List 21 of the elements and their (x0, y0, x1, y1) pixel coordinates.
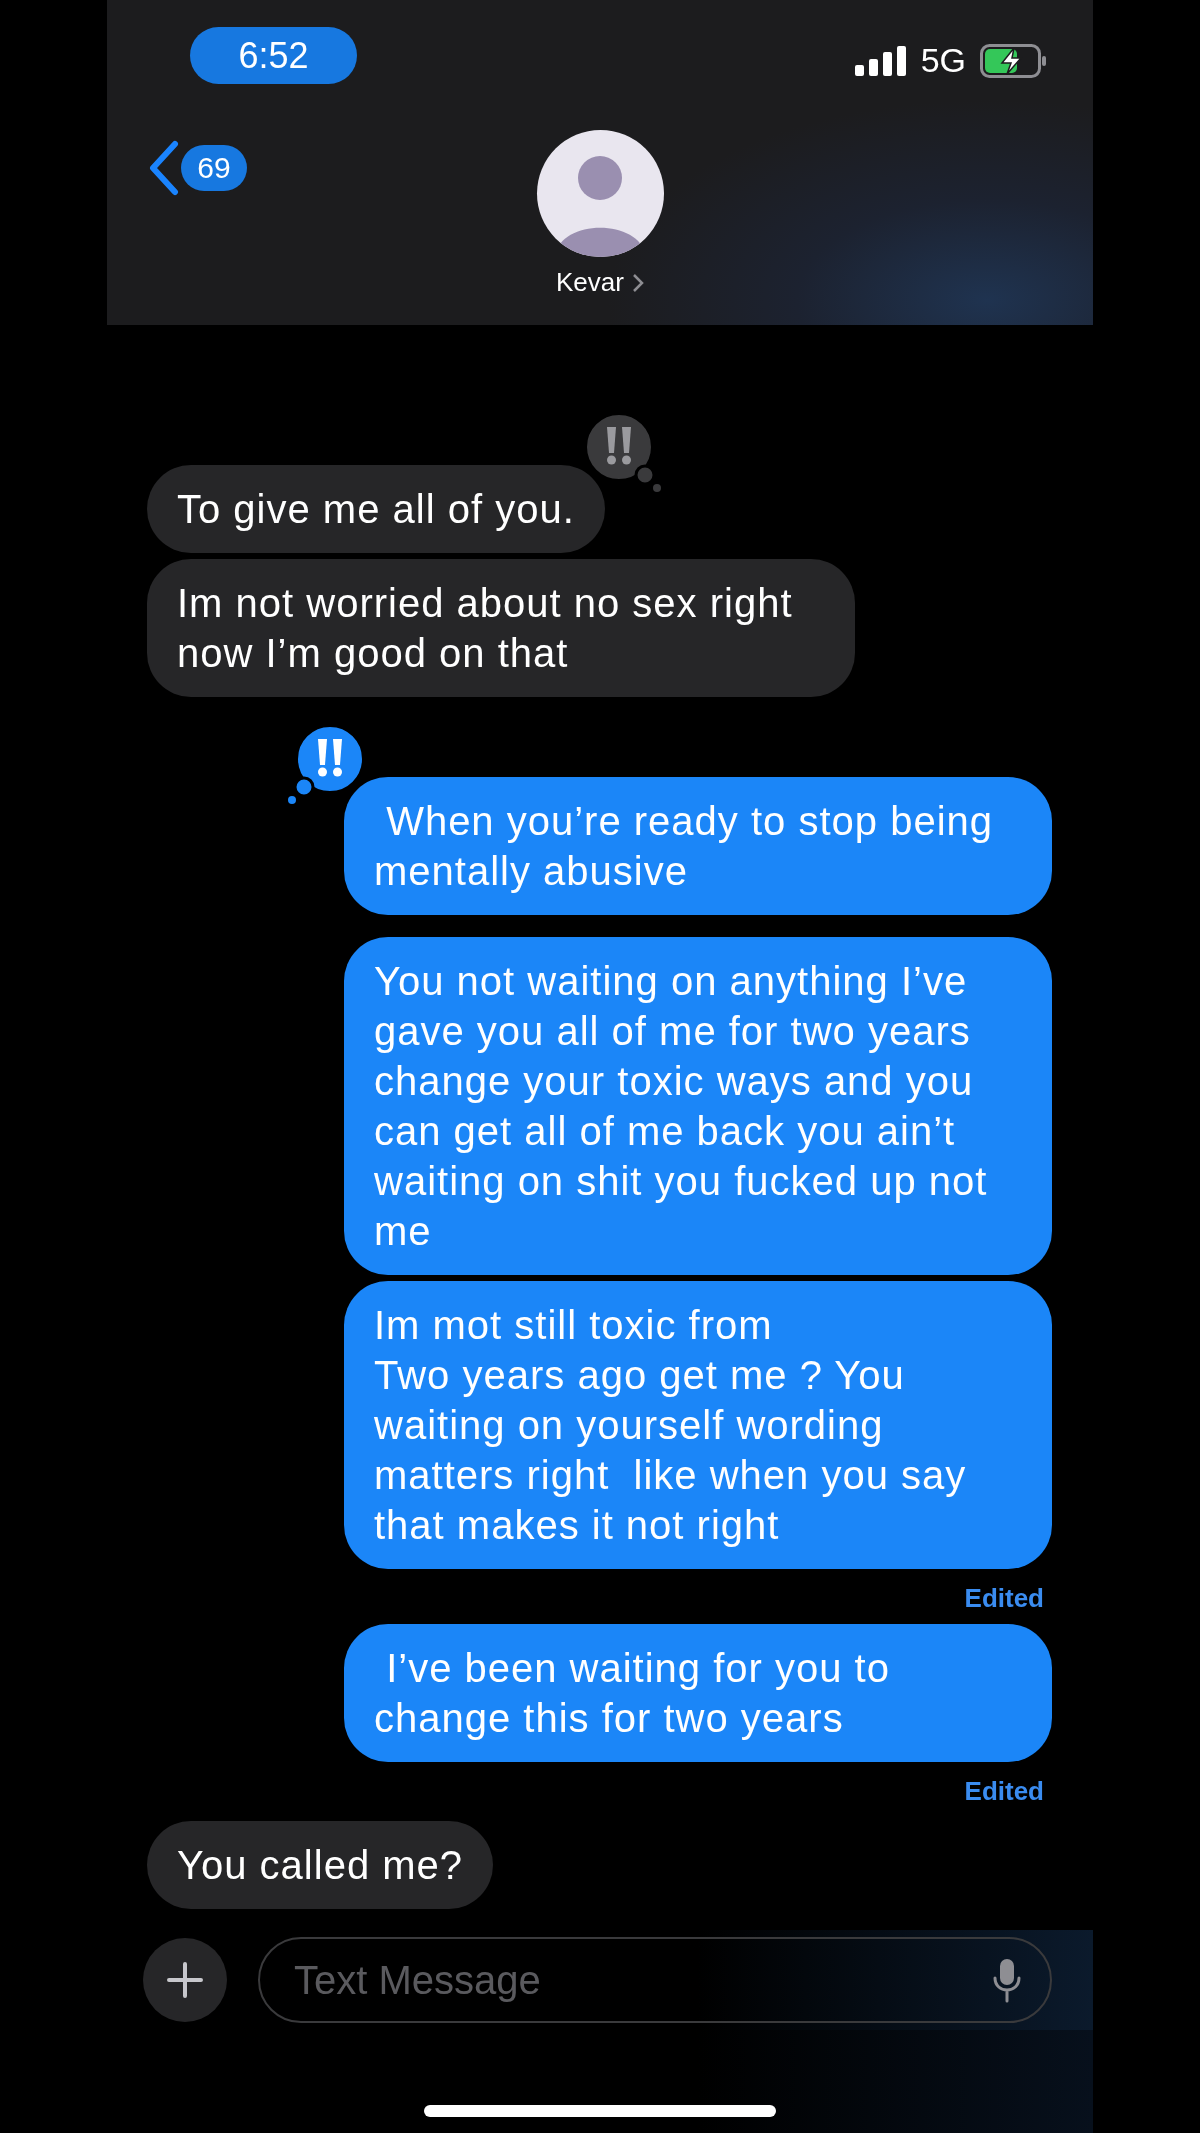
message-bubble[interactable]: Im mot still toxic from Two years ago get me ? You waiting on yourself wording matters right like when you say that makes it not right (344, 1281, 1052, 1569)
contact-name-button[interactable]: Kevar (556, 267, 644, 298)
signal-icon (854, 45, 907, 76)
back-button[interactable]: 69 (147, 140, 247, 196)
microphone-icon[interactable] (992, 1957, 1022, 2003)
chevron-right-icon (631, 272, 644, 293)
message-bubble[interactable]: You not waiting on anything I’ve gave you all of me for two years change your toxic ways and you can get all of me back you ain’t waiting on shit you fucked up not me (344, 937, 1052, 1275)
status-time: 6:52 (190, 27, 357, 84)
message-input-field[interactable]: Text Message (258, 1937, 1052, 2023)
message-bubble[interactable]: Im not worried about no sex right now I’m good on that (147, 559, 855, 697)
message-bubble[interactable]: When you’re ready to stop being mentally abusive (344, 777, 1052, 915)
network-label: 5G (920, 41, 966, 80)
chevron-left-icon (147, 140, 179, 196)
unread-count-badge: 69 (181, 145, 247, 191)
battery-charging-icon (980, 43, 1048, 78)
message-bubble[interactable]: I’ve been waiting for you to change this for two years (344, 1624, 1052, 1762)
message-bubble[interactable]: To give me all of you. (147, 465, 605, 553)
plus-icon (167, 1962, 203, 1998)
message-bubble[interactable]: You called me? (147, 1821, 494, 1909)
edited-label: Edited (964, 1583, 1045, 1614)
edited-label: Edited (964, 1776, 1045, 1807)
